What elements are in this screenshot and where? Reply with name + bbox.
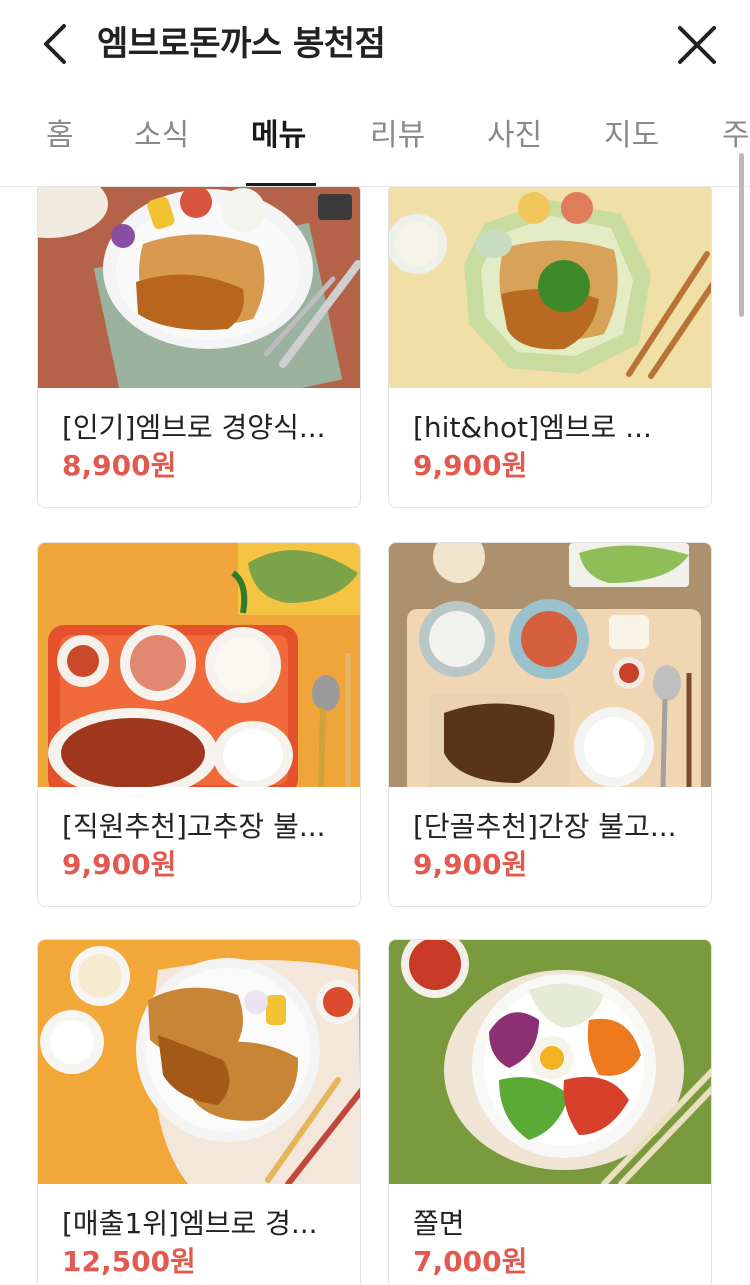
scrollbar[interactable] bbox=[739, 153, 744, 317]
menu-name: [직원추천]고추장 불... bbox=[62, 810, 326, 843]
menu-name: 쫄면 bbox=[413, 1207, 465, 1240]
page-title: 엠브로돈까스 봉천점 bbox=[97, 24, 386, 64]
menu-price: 9,900원 bbox=[413, 848, 528, 881]
menu-card[interactable]: [인기]엠브로 경양식... 8,900원 bbox=[37, 187, 361, 508]
menu-card[interactable]: [hit&hot]엠브로 ... 9,900원 bbox=[388, 187, 712, 508]
menu-card[interactable]: 쫄면 7,000원 bbox=[388, 939, 712, 1285]
menu-card[interactable]: [직원추천]고추장 불... 9,900원 bbox=[37, 542, 361, 907]
menu-card[interactable]: [단골추천]간장 불고... 9,900원 bbox=[388, 542, 712, 907]
spicy-pork-bulgogi-photo bbox=[38, 543, 360, 787]
menu-price: 7,000원 bbox=[413, 1245, 528, 1278]
chevron-left-icon bbox=[44, 24, 66, 64]
tab-bar: 홈 소식 메뉴 리뷰 사진 지도 주 bbox=[0, 90, 750, 187]
tab-news[interactable]: 소식 bbox=[134, 112, 189, 160]
pork-cutlet-green-onion-photo bbox=[389, 187, 711, 388]
menu-name: [인기]엠브로 경양식... bbox=[62, 411, 326, 444]
double-pork-cutlet-photo bbox=[38, 940, 360, 1184]
menu-price: 9,900원 bbox=[413, 449, 528, 482]
menu-price: 12,500원 bbox=[62, 1245, 196, 1278]
pork-cutlet-salad-photo bbox=[38, 187, 360, 388]
menu-name: [매출1위]엠브로 경... bbox=[62, 1207, 318, 1240]
menu-name: [단골추천]간장 불고... bbox=[413, 810, 677, 843]
close-icon bbox=[678, 26, 716, 64]
menu-card[interactable]: [매출1위]엠브로 경... 12,500원 bbox=[37, 939, 361, 1285]
tab-home[interactable]: 홈 bbox=[46, 112, 74, 160]
tab-reviews[interactable]: 리뷰 bbox=[370, 112, 425, 160]
tab-photos[interactable]: 사진 bbox=[487, 112, 542, 160]
menu-name: [hit&hot]엠브로 ... bbox=[413, 411, 652, 444]
app-header: 엠브로돈까스 봉천점 bbox=[0, 0, 750, 90]
close-button[interactable] bbox=[676, 24, 718, 66]
menu-price: 8,900원 bbox=[62, 449, 177, 482]
back-button[interactable] bbox=[36, 22, 76, 66]
menu-grid: [인기]엠브로 경양식... 8,900원 [hit&hot]엠브로 ... 9… bbox=[0, 187, 750, 1285]
tab-menu[interactable]: 메뉴 bbox=[251, 112, 306, 160]
menu-price: 9,900원 bbox=[62, 848, 177, 881]
tab-map[interactable]: 지도 bbox=[604, 112, 659, 160]
tab-more[interactable]: 주 bbox=[722, 112, 750, 160]
jjolmyeon-noodles-photo bbox=[389, 940, 711, 1184]
soy-pork-bulgogi-photo bbox=[389, 543, 711, 787]
